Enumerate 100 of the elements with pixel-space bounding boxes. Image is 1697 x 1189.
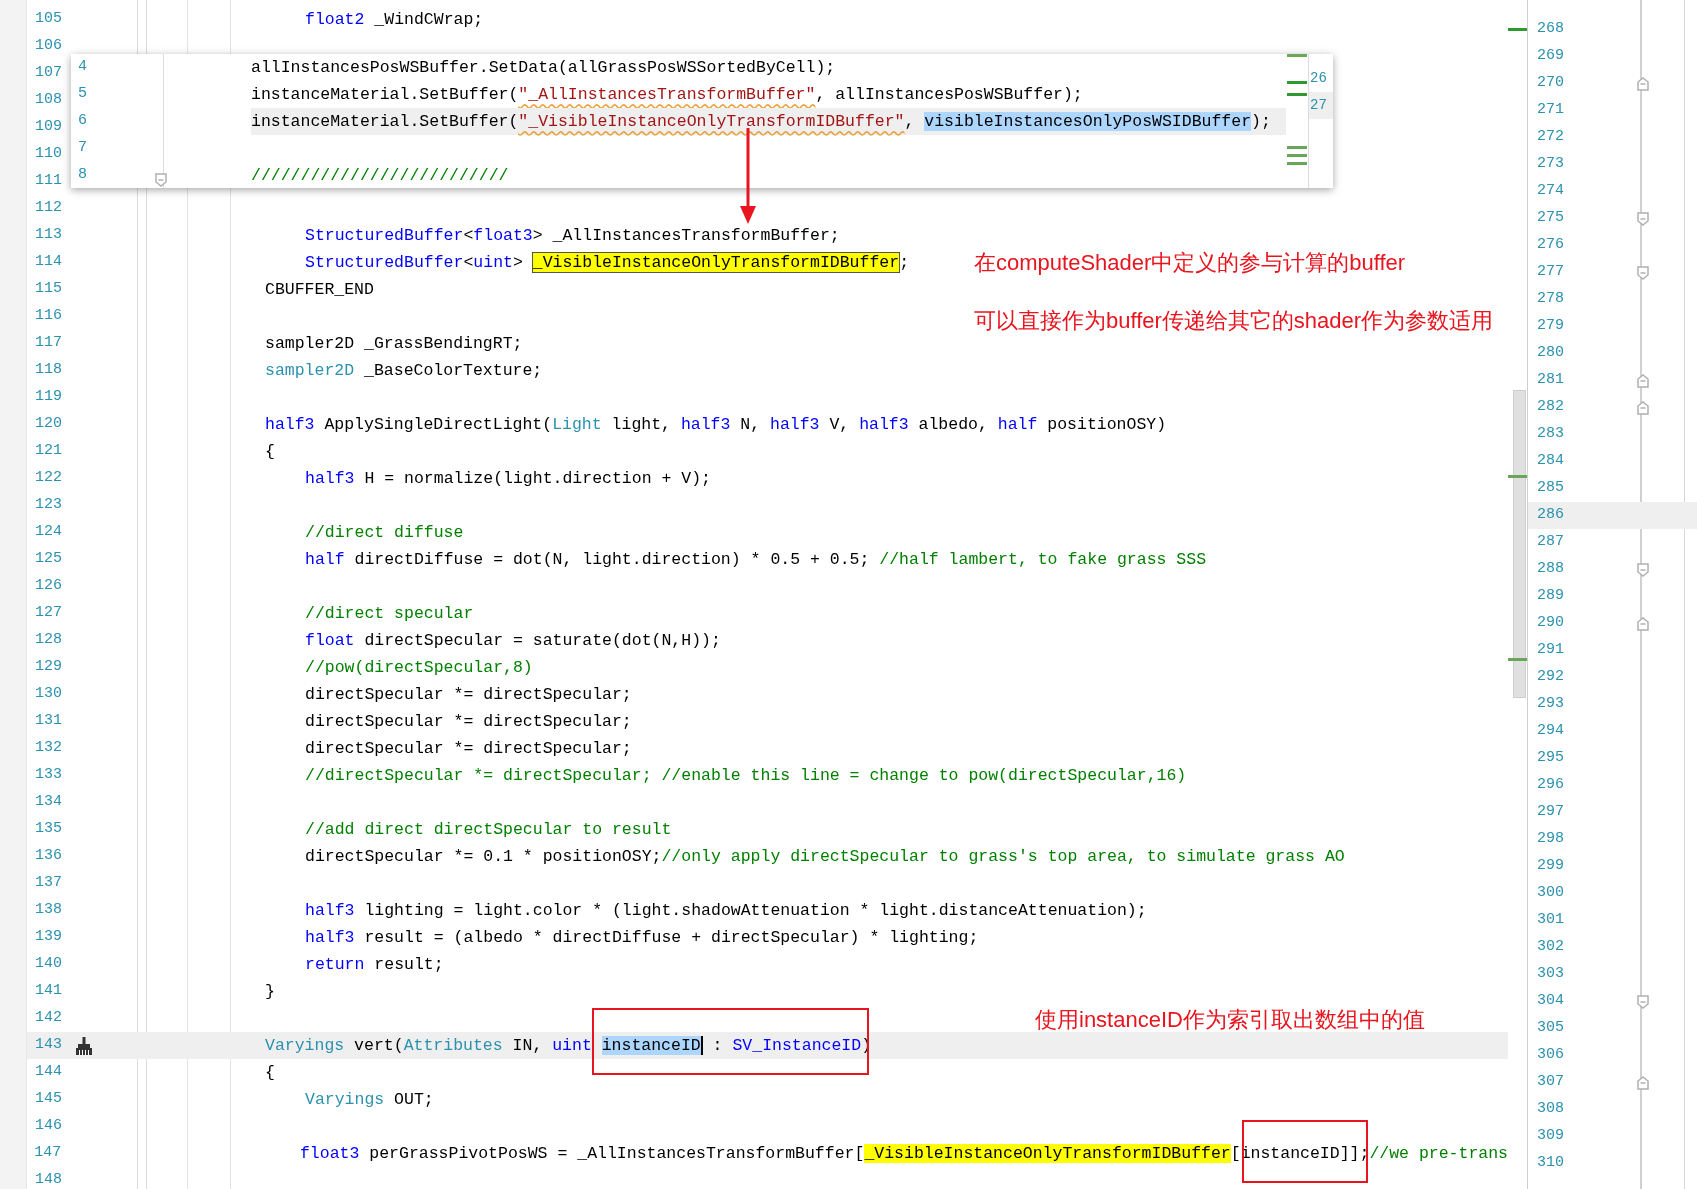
- line-number: 136: [34, 846, 62, 867]
- code-line: {: [265, 1062, 275, 1084]
- line-number: 287: [1537, 532, 1565, 553]
- line-number: 115: [34, 279, 62, 300]
- line-number: 128: [34, 630, 62, 651]
- line-number: 269: [1537, 46, 1565, 67]
- line-number: 296: [1537, 775, 1565, 796]
- line-number: 141: [34, 981, 62, 1002]
- code-line: directSpecular *= directSpecular;: [305, 711, 632, 733]
- line-number: 272: [1537, 127, 1565, 148]
- line-number: 106: [34, 36, 62, 57]
- collapse-icon[interactable]: [155, 173, 167, 187]
- line-number: 295: [1537, 748, 1565, 769]
- line-number: 120: [34, 414, 62, 435]
- annotation-text: 可以直接作为buffer传递给其它的shader作为参数适用: [974, 307, 1494, 335]
- block-end-icon[interactable]: [1637, 1075, 1649, 1090]
- code-line: float directSpecular = saturate(dot(N,H));: [305, 630, 721, 652]
- line-number: 8: [77, 165, 87, 186]
- code-line: {: [265, 441, 275, 463]
- line-number: 4: [77, 57, 87, 78]
- line-number: 281: [1537, 370, 1565, 391]
- line-number: 127: [34, 603, 62, 624]
- line-number: 290: [1537, 613, 1565, 634]
- line-number: 119: [34, 387, 62, 408]
- code-line: sampler2D _GrassBendingRT;: [265, 333, 523, 355]
- line-number: 148: [34, 1170, 62, 1189]
- code-line: //direct specular: [305, 603, 474, 625]
- line-number: 278: [1537, 289, 1565, 310]
- line-number: 294: [1537, 721, 1565, 742]
- code-line: instanceMaterial.SetBuffer("_VisibleInstanceOnlyTransformIDBuffer", visibleInstancesOnlyPosWSIDBuffer);: [251, 111, 1271, 133]
- line-number: 282: [1537, 397, 1565, 418]
- line-number: 117: [34, 333, 62, 354]
- collapse-icon[interactable]: [1637, 211, 1649, 226]
- line-number: 146: [34, 1116, 62, 1137]
- code-line: directSpecular *= directSpecular;: [305, 738, 632, 760]
- line-number: 284: [1537, 451, 1565, 472]
- code-line: //////////////////////////: [251, 165, 509, 187]
- line-number: 130: [34, 684, 62, 705]
- line-number: 293: [1537, 694, 1565, 715]
- line-number: 306: [1537, 1045, 1565, 1066]
- line-number: 303: [1537, 964, 1565, 985]
- line-number: 125: [34, 549, 62, 570]
- block-end-icon[interactable]: [1637, 400, 1649, 415]
- line-number: 114: [34, 252, 62, 273]
- code-line: half directDiffuse = dot(N, light.direction) * 0.5 + 0.5; //half lambert, to fake grass SSS: [305, 549, 1207, 571]
- line-number: 292: [1537, 667, 1565, 688]
- collapse-icon[interactable]: [1637, 562, 1649, 577]
- line-number: 309: [1537, 1126, 1565, 1147]
- code-line: Varyings OUT;: [305, 1089, 434, 1111]
- line-number: 286: [1537, 505, 1565, 526]
- code-line: //pow(directSpecular,8): [305, 657, 533, 679]
- line-number: 268: [1537, 19, 1565, 40]
- line-number: 289: [1537, 586, 1565, 607]
- line-number: 280: [1537, 343, 1565, 364]
- code-line: CBUFFER_END: [265, 279, 374, 301]
- line-number: 273: [1537, 154, 1565, 175]
- code-line: directSpecular *= 0.1 * positionOSY;//only apply directSpecular to grass's top area, to simulate grass AO: [305, 846, 1345, 868]
- line-number: 276: [1537, 235, 1565, 256]
- line-number: 107: [34, 63, 62, 84]
- line-number: 6: [77, 111, 87, 132]
- brush-icon: [74, 1035, 94, 1056]
- line-number: 126: [34, 576, 62, 597]
- line-number: 307: [1537, 1072, 1565, 1093]
- code-line: //directSpecular *= directSpecular; //enable this line = change to pow(directSpecular,16): [305, 765, 1187, 787]
- annotation-text: 使用instanceID作为索引取出数组中的值: [1035, 1006, 1425, 1034]
- line-number: 302: [1537, 937, 1565, 958]
- collapse-icon[interactable]: [1637, 265, 1649, 280]
- line-number: 108: [34, 90, 62, 111]
- line-number: 105: [34, 9, 62, 30]
- line-number: 142: [34, 1008, 62, 1029]
- line-number: 27: [1309, 92, 1333, 119]
- line-number: 121: [34, 441, 62, 462]
- line-number: 118: [34, 360, 62, 381]
- line-number: 134: [34, 792, 62, 813]
- scrollbar-thumb[interactable]: [1513, 390, 1526, 698]
- block-end-icon[interactable]: [1637, 76, 1649, 91]
- line-number: 308: [1537, 1099, 1565, 1120]
- block-end-icon[interactable]: [1637, 373, 1649, 388]
- code-line: return result;: [305, 954, 444, 976]
- line-number: 271: [1537, 100, 1565, 121]
- code-line: //direct diffuse: [305, 522, 464, 544]
- line-number: 123: [34, 495, 62, 516]
- block-end-icon[interactable]: [1637, 616, 1649, 631]
- code-line: half3 H = normalize(light.direction + V);: [305, 468, 711, 490]
- line-number: 124: [34, 522, 62, 543]
- line-number: 274: [1537, 181, 1565, 202]
- line-number: 147: [33, 1143, 62, 1164]
- code-line: half3 lighting = light.color * (light.shadowAttenuation * light.distanceAttenuation);: [305, 900, 1147, 922]
- line-number: 26: [1309, 69, 1328, 88]
- line-number: 112: [34, 198, 62, 219]
- line-number: 305: [1537, 1018, 1565, 1039]
- line-number: 137: [34, 873, 62, 894]
- code-line: float2 _WindCWrap;: [305, 9, 484, 31]
- collapse-icon[interactable]: [1637, 994, 1649, 1009]
- line-number: 133: [34, 765, 62, 786]
- line-number: 145: [34, 1089, 62, 1110]
- code-line: directSpecular *= directSpecular;: [305, 684, 632, 706]
- line-number: 116: [34, 306, 62, 327]
- line-number: 283: [1537, 424, 1565, 445]
- line-number: 144: [34, 1062, 62, 1083]
